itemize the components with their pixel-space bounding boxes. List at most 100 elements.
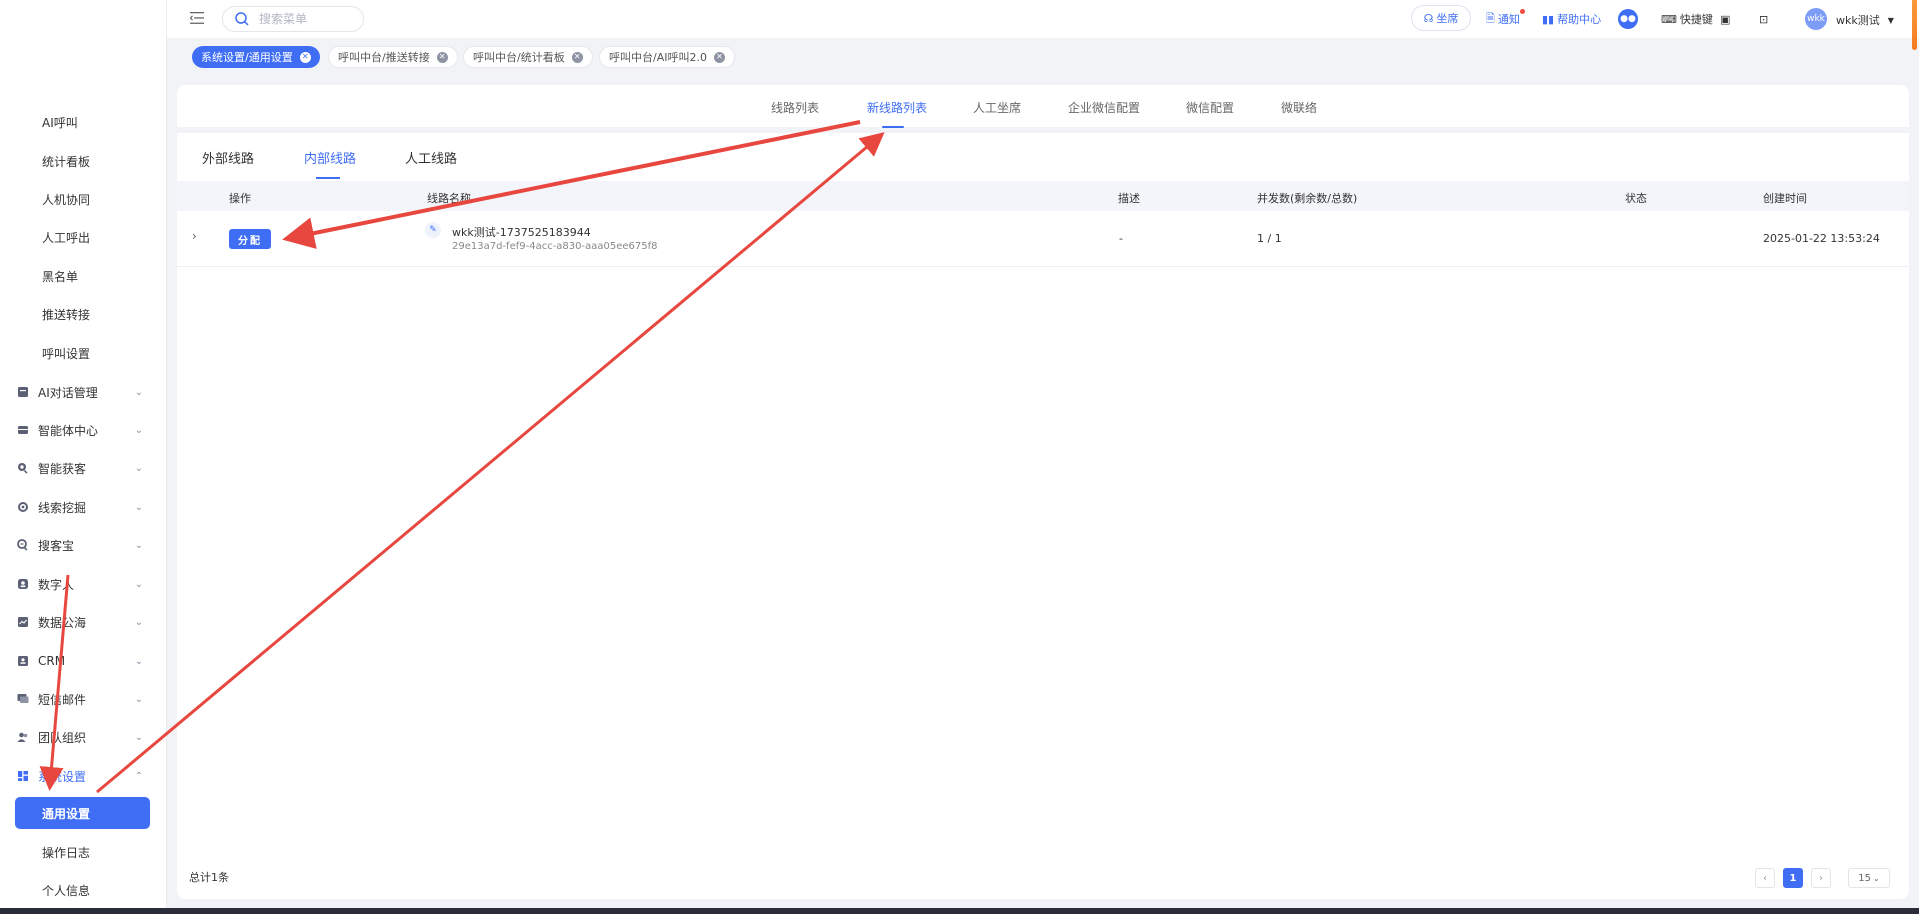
tag-push-transfer[interactable]: 呼叫中台/推送转接 ✕ [328, 46, 458, 68]
notice-badge-dot [1520, 9, 1525, 14]
sidebar-group-label: AI对话管理 [38, 385, 98, 400]
tag-stats-board[interactable]: 呼叫中台/统计看板 ✕ [463, 46, 593, 68]
sidebar-item-push-transfer[interactable]: 推送转接 [42, 307, 90, 323]
search-box[interactable] [222, 6, 364, 32]
sidebar-group-team[interactable]: 团队组织 ⌄ [16, 726, 146, 748]
chevron-down-icon: ⌄ [134, 501, 144, 513]
scroll-indicator [1912, 0, 1917, 50]
chevron-right-icon[interactable]: › [192, 229, 197, 243]
tab-external-line[interactable]: 外部线路 [202, 148, 254, 167]
help-center-button[interactable]: ▮▮ 帮助中心 [1542, 10, 1601, 28]
chevron-down-icon: ⌄ [134, 578, 144, 590]
tab-micro-contact[interactable]: 微联络 [1281, 99, 1317, 116]
sidebar-group-crm[interactable]: CRM ⌄ [16, 650, 146, 672]
sidebar-item-ai-call[interactable]: AI呼叫 [42, 115, 78, 131]
chat-bot-icon[interactable]: ●● [1618, 9, 1638, 29]
chevron-down-icon: ⌄ [134, 539, 144, 551]
tag-label: 系统设置/通用设置 [201, 51, 293, 64]
search-plus-icon [16, 538, 30, 552]
notice-button[interactable]: 🗎 通知 [1486, 10, 1520, 28]
tab-wechat-config[interactable]: 微信配置 [1186, 99, 1234, 116]
shortcut-button[interactable]: ⌨ 快捷键 [1661, 10, 1713, 28]
sidebar-item-stats-board[interactable]: 统计看板 [42, 154, 90, 170]
line-created-time: 2025-01-22 13:53:24 [1763, 232, 1880, 245]
chevron-down-icon: ⌄ [134, 424, 144, 436]
user-name: wkk测试 [1836, 14, 1880, 27]
next-page-button[interactable]: › [1811, 868, 1831, 888]
sidebar-group-label: 短信邮件 [38, 692, 87, 707]
top-tabs: 线路列表 新线路列表 人工坐席 企业微信配置 微信配置 微联络 [177, 85, 1909, 128]
avatar[interactable]: wkk [1805, 8, 1827, 30]
sidebar-group-smart-acquire[interactable]: 智能获客 ⌄ [16, 457, 146, 479]
sidebar-item-manual-call[interactable]: 人工呼出 [42, 230, 90, 246]
tab-new-line-list[interactable]: 新线路列表 [867, 99, 927, 116]
target-icon [16, 500, 30, 514]
tab-manual-seat[interactable]: 人工坐席 [973, 99, 1021, 116]
chart-line-icon [16, 615, 30, 629]
sidebar-item-collab[interactable]: 人机协同 [42, 192, 90, 208]
tag-system-general[interactable]: 系统设置/通用设置 ✕ [192, 46, 320, 68]
lock-screen-icon[interactable]: ⊡ [1759, 10, 1768, 28]
user-menu[interactable]: wkk测试 ▼ [1836, 11, 1894, 29]
tab-wecom-config[interactable]: 企业微信配置 [1068, 99, 1140, 116]
close-icon[interactable]: ✕ [436, 51, 448, 63]
sidebar-item-operation-log[interactable]: 操作日志 [42, 845, 90, 861]
help-center-label: 帮助中心 [1557, 13, 1602, 26]
sidebar-group-label: 数字人 [38, 577, 75, 592]
person-badge-icon [16, 577, 30, 591]
seat-label: 坐席 [1436, 12, 1459, 25]
sidebar-group-sms-email[interactable]: 短信邮件 ⌄ [16, 688, 146, 710]
sidebar-item-call-settings[interactable]: 呼叫设置 [42, 346, 90, 362]
tag-label: 呼叫中台/统计看板 [473, 51, 565, 64]
tab-line-list[interactable]: 线路列表 [771, 99, 819, 116]
search-input[interactable] [257, 11, 361, 27]
sidebar-group-souke[interactable]: 搜客宝 ⌄ [16, 534, 146, 556]
tag-ai-call[interactable]: 呼叫中台/AI呼叫2.0 ✕ [599, 46, 735, 68]
screen-icon[interactable]: ▣ [1720, 10, 1730, 28]
close-icon[interactable]: ✕ [713, 51, 725, 63]
chevron-down-icon: ⌄ [1873, 873, 1880, 883]
chevron-up-icon: ⌃ [134, 770, 144, 782]
book-icon: ▮▮ [1542, 12, 1555, 26]
message-icon [16, 692, 30, 706]
search-icon [235, 12, 249, 26]
assign-button[interactable]: 分配 [229, 229, 271, 249]
inbox-icon [16, 423, 30, 437]
line-concurrency: 1 / 1 [1257, 232, 1282, 245]
chevron-down-icon: ⌄ [134, 386, 144, 398]
notice-icon: 🗎 [1486, 11, 1495, 25]
top-bar: ☊ 坐席 🗎 通知 ▮▮ 帮助中心 ●● ⌨ 快捷键 ▣ ⊡ wkk wkk测试… [167, 0, 1919, 38]
edit-icon[interactable]: ✎ [425, 222, 441, 238]
sidebar-item-profile[interactable]: 个人信息 [42, 883, 90, 899]
sidebar-group-label: 智能体中心 [38, 423, 99, 438]
page-size-select[interactable]: 15 ⌄ [1848, 868, 1890, 888]
sidebar-item-general-settings[interactable]: 通用设置 [15, 797, 150, 829]
tag-label: 呼叫中台/AI呼叫2.0 [609, 51, 707, 64]
headset-icon: ☊ [1423, 11, 1434, 25]
chevron-down-icon: ⌄ [134, 693, 144, 705]
sidebar-group-lead-mining[interactable]: 线索挖掘 ⌄ [16, 496, 146, 518]
col-concurrency: 并发数(剩余数/总数) [1257, 192, 1358, 205]
close-icon[interactable]: ✕ [571, 51, 583, 63]
sidebar-group-label: 团队组织 [38, 730, 87, 745]
tab-internal-line[interactable]: 内部线路 [304, 148, 356, 167]
sidebar-group-ai-dialog[interactable]: AI对话管理 ⌄ [16, 381, 146, 403]
seat-button[interactable]: ☊ 坐席 [1411, 5, 1471, 31]
sidebar-group-system-settings[interactable]: 系统设置 ⌃ [16, 765, 146, 787]
prev-page-button[interactable]: ‹ [1755, 868, 1775, 888]
tab-manual-line[interactable]: 人工线路 [405, 148, 457, 167]
notice-label: 通知 [1497, 13, 1520, 26]
sidebar-item-blacklist[interactable]: 黑名单 [42, 269, 78, 285]
menu-toggle-icon[interactable] [190, 12, 204, 24]
bottom-taskbar-strip [0, 908, 1919, 914]
chevron-down-icon: ⌄ [134, 731, 144, 743]
close-icon[interactable]: ✕ [299, 51, 311, 63]
page-number-current[interactable]: 1 [1783, 868, 1803, 888]
sidebar-group-label: 数据公海 [38, 615, 87, 630]
line-id: 29e13a7d-fef9-4acc-a830-aaa05ee675f8 [452, 241, 658, 252]
sidebar-group-digital-human[interactable]: 数字人 ⌄ [16, 573, 146, 595]
sidebar-group-data-sea[interactable]: 数据公海 ⌄ [16, 611, 146, 633]
sidebar-group-label: 搜客宝 [38, 538, 75, 553]
main-panel: 外部线路 内部线路 人工线路 操作 线路名称 描述 并发数(剩余数/总数) 状态… [177, 133, 1909, 899]
sidebar-group-agent-center[interactable]: 智能体中心 ⌄ [16, 419, 146, 441]
